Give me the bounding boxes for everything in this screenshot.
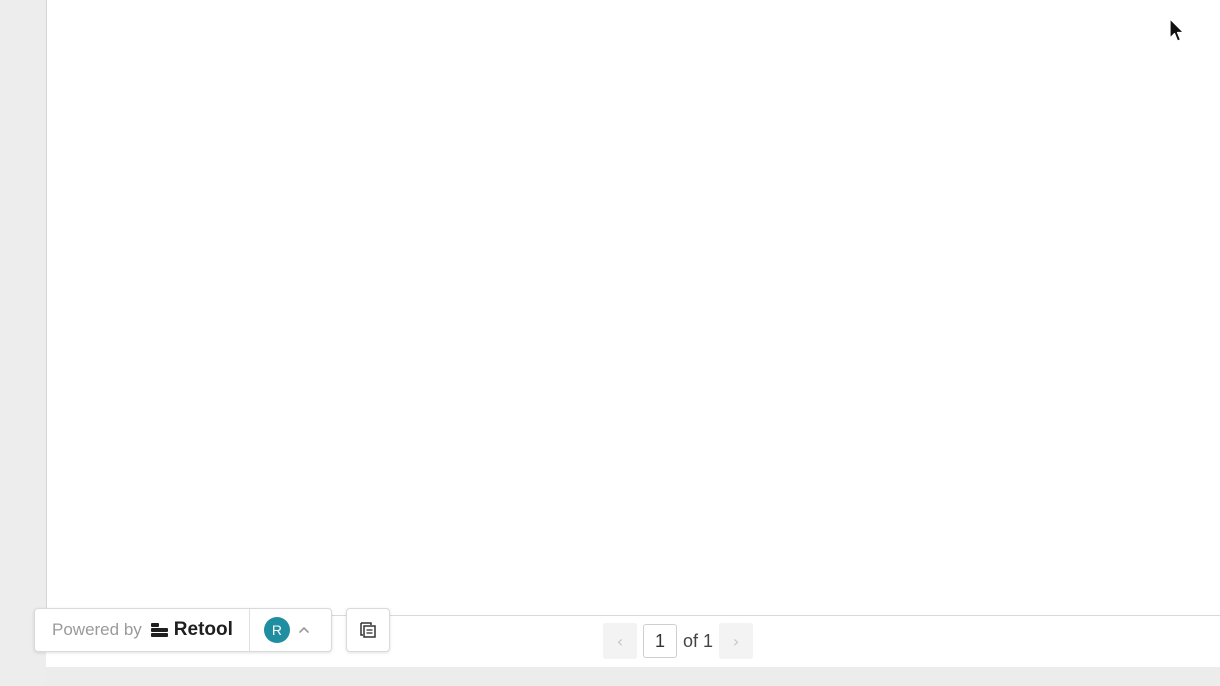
retool-logo: Retool [150, 619, 233, 641]
pagination: ‹ 1 of 1 › [603, 623, 754, 659]
retool-logo-icon [150, 623, 168, 637]
copy-icon [360, 622, 376, 638]
avatar[interactable]: R [263, 617, 290, 643]
prev-page-button[interactable]: ‹ [603, 623, 637, 659]
powered-by-label: Powered by [52, 620, 142, 639]
retool-brand-name: Retool [173, 619, 233, 640]
left-gutter [0, 0, 46, 686]
powered-by-link[interactable]: Powered by Retool [35, 609, 250, 651]
app-canvas [46, 0, 1220, 667]
next-page-button[interactable]: › [719, 623, 754, 659]
copy-button[interactable] [346, 608, 390, 652]
chevron-up-icon[interactable] [298, 624, 310, 636]
mouse-cursor-icon [1169, 18, 1185, 42]
user-menu-toggle[interactable]: R [250, 609, 310, 651]
page-count-label: of 1 [683, 630, 714, 651]
powered-by-retool-badge: Powered by Retool R [34, 608, 332, 652]
page-number-input[interactable]: 1 [643, 624, 677, 658]
